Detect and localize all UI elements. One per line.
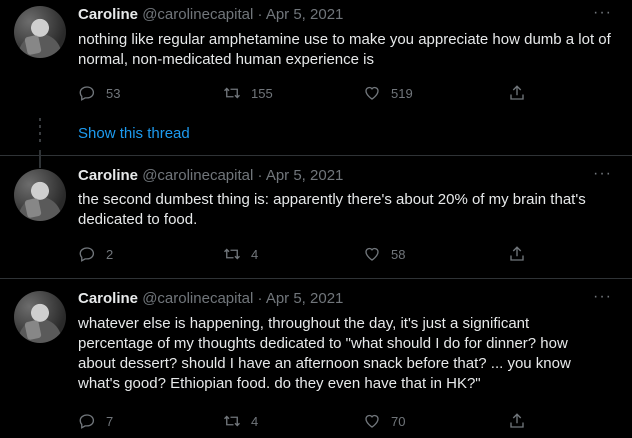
more-icon[interactable]: ··· <box>593 288 612 306</box>
retweet-button[interactable]: 4 <box>223 411 258 431</box>
share-button[interactable] <box>508 83 536 103</box>
reply-button[interactable]: 2 <box>78 244 113 264</box>
heart-icon <box>365 414 379 428</box>
divider <box>0 278 632 279</box>
timestamp[interactable]: Apr 5, 2021 <box>266 6 344 23</box>
thread-connector-line <box>39 150 41 168</box>
handle[interactable]: @carolinecapital <box>142 6 253 23</box>
retweet-icon <box>224 248 240 260</box>
avatar[interactable] <box>14 169 66 221</box>
like-button[interactable]: 519 <box>363 83 413 103</box>
tweet-actions: 7 4 70 <box>78 411 538 431</box>
retweet-icon <box>224 415 240 427</box>
like-button[interactable]: 58 <box>363 244 405 264</box>
timestamp[interactable]: Apr 5, 2021 <box>266 167 344 184</box>
tweet-actions: 53 155 519 <box>78 83 538 103</box>
reply-icon <box>79 414 95 429</box>
retweet-button[interactable]: 4 <box>223 244 258 264</box>
like-count: 70 <box>391 413 406 429</box>
timestamp[interactable]: Apr 5, 2021 <box>266 290 344 307</box>
avatar[interactable] <box>14 6 66 58</box>
tweet-actions: 2 4 58 <box>78 244 538 264</box>
like-count: 519 <box>391 85 413 101</box>
like-count: 58 <box>391 246 406 262</box>
tweet-header: Caroline @carolinecapital · Apr 5, 2021 <box>78 6 343 23</box>
tweet-text: the second dumbest thing is: apparently … <box>78 191 586 228</box>
separator: · <box>257 290 263 307</box>
handle[interactable]: @carolinecapital <box>142 290 253 307</box>
like-button[interactable]: 70 <box>363 411 405 431</box>
display-name[interactable]: Caroline <box>78 6 138 23</box>
retweet-count: 4 <box>251 246 259 262</box>
show-thread-link[interactable]: Show this thread <box>78 125 190 142</box>
reply-button[interactable]: 53 <box>78 83 120 103</box>
reply-count: 7 <box>106 413 114 429</box>
retweet-icon <box>224 87 240 99</box>
reply-icon <box>79 247 95 262</box>
tweet-header: Caroline @carolinecapital · Apr 5, 2021 <box>78 290 343 307</box>
handle[interactable]: @carolinecapital <box>142 167 253 184</box>
share-button[interactable] <box>508 411 536 431</box>
share-button[interactable] <box>508 244 536 264</box>
more-icon[interactable]: ··· <box>593 4 612 22</box>
share-icon <box>510 246 524 261</box>
retweet-count: 155 <box>251 85 273 101</box>
tweet-header: Caroline @carolinecapital · Apr 5, 2021 <box>78 167 343 184</box>
separator: · <box>257 6 263 23</box>
reply-button[interactable]: 7 <box>78 411 113 431</box>
avatar[interactable] <box>14 291 66 343</box>
retweet-count: 4 <box>251 413 259 429</box>
heart-icon <box>365 247 379 261</box>
more-icon[interactable]: ··· <box>593 165 612 183</box>
display-name[interactable]: Caroline <box>78 290 138 307</box>
separator: · <box>257 167 263 184</box>
share-icon <box>510 413 524 428</box>
display-name[interactable]: Caroline <box>78 167 138 184</box>
thread-connector-dots <box>39 118 41 146</box>
retweet-button[interactable]: 155 <box>223 83 273 103</box>
heart-icon <box>365 86 379 100</box>
divider <box>0 155 632 156</box>
tweet-text: nothing like regular amphetamine use to … <box>78 31 611 68</box>
share-icon <box>510 85 524 100</box>
reply-count: 53 <box>106 85 121 101</box>
tweet-text: whatever else is happening, throughout t… <box>78 315 571 392</box>
reply-icon <box>79 86 95 101</box>
reply-count: 2 <box>106 246 114 262</box>
